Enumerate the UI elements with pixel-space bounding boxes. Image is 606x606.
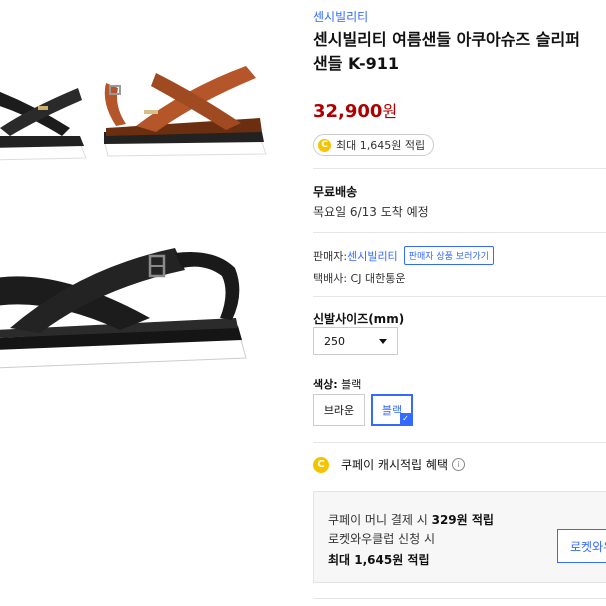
coupay-coin-icon: C [318, 138, 331, 152]
coupay-coin-icon: C [313, 456, 329, 473]
seller-row: 판매자: 센시빌리티 판매자 상품 보러가기 [313, 246, 494, 265]
cash-benefit-box: 쿠페이 머니 결제 시 329원 적립 로켓와우클럽 신청 시 최대 1,645… [313, 491, 606, 583]
seller-label: 판매자: [313, 249, 348, 263]
shipping-title: 무료배송 [313, 185, 358, 199]
cashback-text: 최대 1,645원 적립 [336, 139, 426, 152]
seller-products-button[interactable]: 판매자 상품 보러가기 [403, 246, 494, 265]
caret-down-icon [379, 338, 387, 344]
color-option-brown[interactable]: 브라운 [313, 394, 365, 426]
product-title: 센시빌리티 여름샌들 아쿠아슈즈 슬리퍼 샌들 K-911 [313, 28, 606, 76]
product-title-line-2: 샌들 K-911 [313, 54, 400, 73]
rocket-wow-benefit: 로켓와우클럽 신청 시 [328, 532, 435, 546]
price-unit: 원 [382, 102, 398, 121]
product-image-brown-thumb[interactable] [96, 48, 272, 168]
brand-link[interactable]: 센시빌리티 [313, 8, 368, 25]
coupay-money-benefit: 쿠페이 머니 결제 시 329원 적립 [328, 511, 494, 528]
product-gallery [0, 0, 290, 606]
product-price: 32,900원 [313, 98, 397, 122]
product-image-black-main[interactable] [0, 208, 260, 383]
size-select[interactable]: 250 [313, 327, 398, 355]
courier-info: 택배사: CJ 대한통운 [313, 272, 406, 285]
divider [313, 296, 606, 297]
product-info-panel: 센시빌리티 센시빌리티 여름샌들 아쿠아슈즈 슬리퍼 샌들 K-911 32,9… [313, 0, 606, 606]
coupay-benefit-title: 쿠페이 캐시적립 혜택 [341, 458, 448, 472]
price-amount: 32,900 [313, 101, 383, 122]
color-label: 색상: 블랙 [313, 376, 361, 392]
divider [313, 598, 606, 599]
cashback-badge: C 최대 1,645원 적립 [313, 134, 435, 156]
product-title-line-1: 센시빌리티 여름샌들 아쿠아슈즈 슬리퍼 [313, 30, 580, 49]
coupay-money-amount: 329원 적립 [431, 513, 494, 527]
coupay-money-prefix: 쿠페이 머니 결제 시 [328, 513, 428, 527]
divider [313, 442, 606, 443]
rocket-wow-max-amount: 최대 1,645원 적립 [328, 553, 430, 567]
size-label: 신발사이즈(mm) [313, 312, 405, 326]
divider [313, 168, 606, 169]
color-label-prefix: 색상: [313, 378, 338, 391]
color-option-black[interactable]: 블랙 ✓ [371, 394, 413, 426]
product-image-black-thumb[interactable] [0, 48, 88, 168]
shipping-arrival: 목요일 6/13 도착 예정 [313, 205, 429, 219]
coupay-benefit-header: C 쿠페이 캐시적립 혜택 i [313, 456, 465, 473]
info-icon[interactable]: i [452, 458, 465, 471]
seller-name-link[interactable]: 센시빌리티 [347, 248, 398, 264]
rocket-wow-signup-button[interactable]: 로켓와우 [557, 529, 606, 563]
divider [313, 232, 606, 233]
size-selected-value: 250 [324, 334, 345, 348]
checkmark-icon: ✓ [400, 413, 411, 424]
color-selected-value: 블랙 [341, 378, 362, 391]
